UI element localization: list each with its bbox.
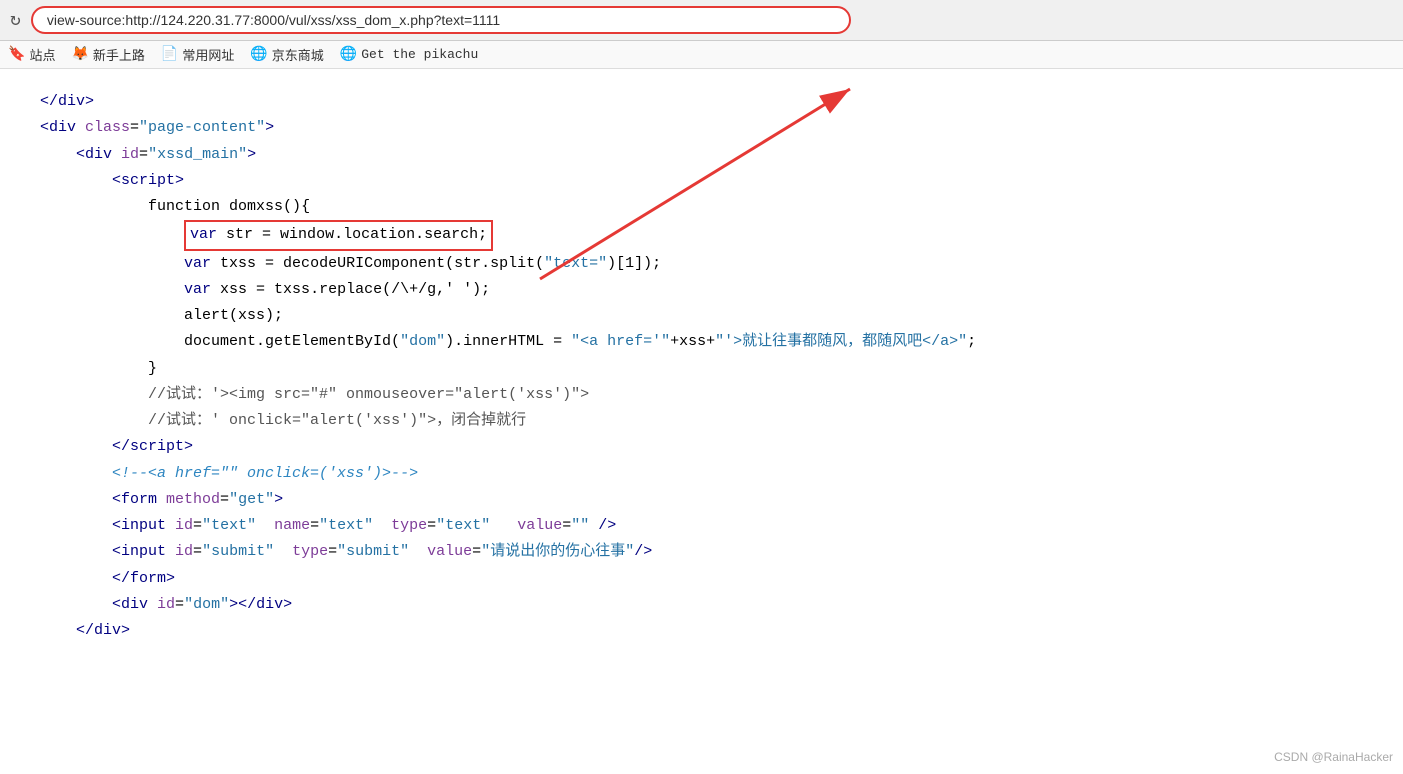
code-line-18: <form method="get">	[40, 487, 1363, 513]
bookmark-newbie-label: 新手上路	[93, 45, 145, 64]
bookmark-pikachu[interactable]: 🌐 Get the pikachu	[340, 46, 478, 63]
bookmark-newbie[interactable]: 🦊 新手上路	[71, 45, 144, 64]
code-line-6: function domxss(){	[40, 194, 1363, 220]
code-line-4: <div id="xssd_main">	[40, 142, 1363, 168]
bookmark-pikachu-label: Get the pikachu	[361, 47, 478, 62]
address-bar[interactable]	[31, 6, 851, 34]
code-line-12: document.getElementById("dom").innerHTML…	[40, 329, 1363, 355]
code-line-16: </script>	[40, 434, 1363, 460]
pikachu-icon: 🌐	[340, 46, 357, 63]
code-line-7: var str = window.location.search;	[40, 220, 1363, 250]
code-line-15: //试试：' onclick="alert('xss')">，闭合掉就行	[40, 408, 1363, 434]
code-line-9: var xss = txss.replace(/\+/g,' ');	[40, 277, 1363, 303]
bookmark-sites-label: 站点	[29, 45, 55, 64]
jd-icon: 🌐	[250, 46, 267, 63]
code-line-8: var txss = decodeURIComponent(str.split(…	[40, 251, 1363, 277]
code-line-22: <div id="dom"></div>	[40, 592, 1363, 618]
code-line-13: }	[40, 356, 1363, 382]
code-line-5: <script>	[40, 168, 1363, 194]
code-line-23: </div>	[40, 618, 1363, 644]
bookmarks-bar: 🔖 站点 🦊 新手上路 📄 常用网址 🌐 京东商城 🌐 Get the pika…	[0, 41, 1403, 69]
bookmark-jd-label: 京东商城	[272, 45, 324, 64]
bookmark-common[interactable]: 📄 常用网址	[161, 45, 234, 64]
code-line-17: <!--<a href="" onclick=('xss')>-->	[40, 461, 1363, 487]
bookmark-sites-icon: 🔖	[8, 46, 25, 63]
code-line-10: alert(xss);	[40, 303, 1363, 329]
highlighted-line: var str = window.location.search;	[184, 220, 493, 250]
watermark: CSDN @RainaHacker	[1274, 750, 1393, 764]
code-line-1: </div>	[40, 89, 1363, 115]
address-bar-container	[31, 6, 851, 34]
code-line-21: </form>	[40, 566, 1363, 592]
code-line-19: <input id="text" name="text" type="text"…	[40, 513, 1363, 539]
reload-button[interactable]: ↻	[10, 9, 21, 31]
firefox-icon: 🦊	[71, 46, 88, 63]
page-icon: 📄	[161, 46, 178, 63]
code-line-20: <input id="submit" type="submit" value="…	[40, 539, 1363, 565]
bookmark-sites[interactable]: 🔖 站点	[8, 45, 55, 64]
code-line-14: //试试：'><img src="#" onmouseover="alert('…	[40, 382, 1363, 408]
bookmark-common-label: 常用网址	[182, 45, 234, 64]
bookmark-jd[interactable]: 🌐 京东商城	[250, 45, 323, 64]
source-content: </div> <div class="page-content"> <div i…	[0, 69, 1403, 664]
browser-toolbar: ↻	[0, 0, 1403, 41]
code-line-2: <div class="page-content">	[40, 115, 1363, 141]
